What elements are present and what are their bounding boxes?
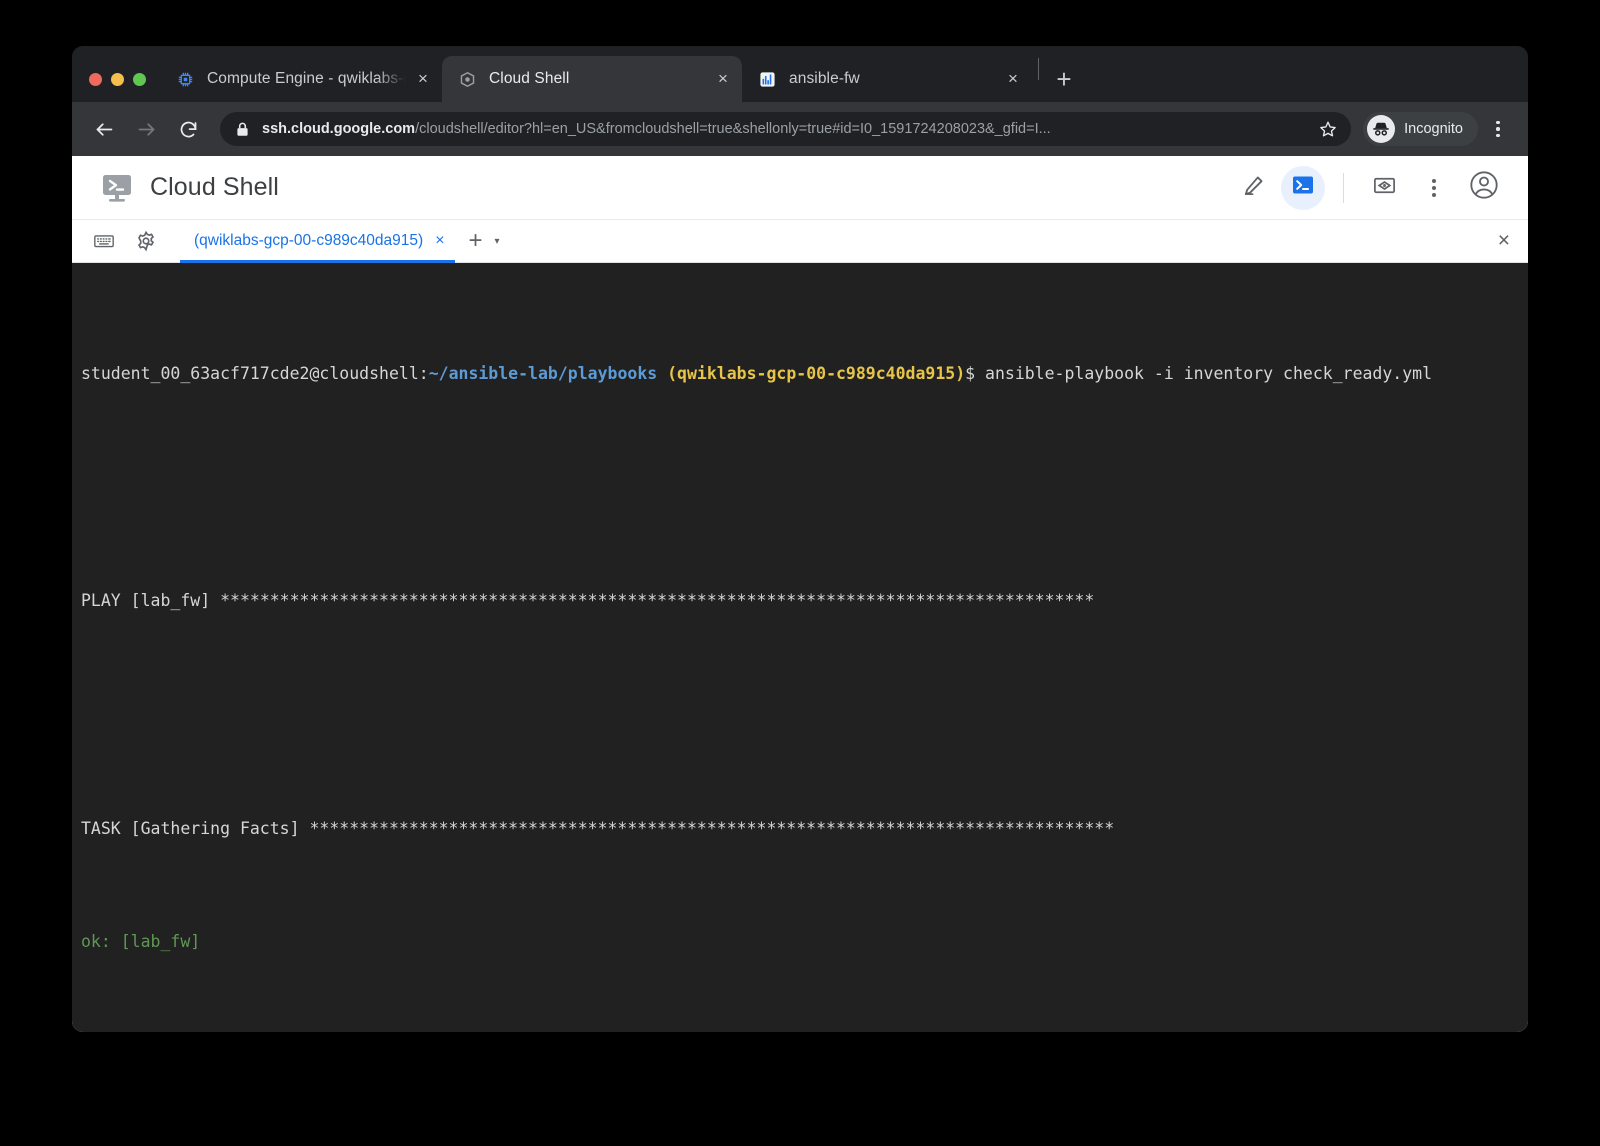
maximize-window-button[interactable] — [133, 72, 146, 86]
prompt-colon: : — [418, 364, 429, 384]
close-cloud-shell-icon[interactable]: × — [1498, 229, 1510, 253]
back-button[interactable] — [86, 111, 122, 147]
web-preview-button[interactable] — [1362, 166, 1406, 210]
cloud-shell-page: Cloud Shell (qwiklabs-gcp-00-c989c40da91… — [72, 156, 1528, 1032]
kebab-menu-icon — [1432, 178, 1436, 197]
terminal-line-task-gathering: TASK [Gathering Facts] *****************… — [81, 815, 1528, 843]
reload-button[interactable] — [170, 111, 206, 147]
chart-icon — [758, 70, 776, 88]
browser-tab-ansible-fw[interactable]: ansible-fw × — [742, 56, 1032, 102]
tab-list: Compute Engine - qwiklabs-gc × Cloud She… — [160, 46, 1081, 102]
url-text: ssh.cloud.google.com/cloudshell/editor?h… — [262, 121, 1313, 137]
prompt-path: ~/ansible-lab/playbooks — [428, 364, 658, 384]
window-controls — [72, 56, 160, 102]
open-editor-button[interactable] — [1231, 166, 1275, 210]
page-title: Cloud Shell — [150, 173, 279, 201]
browser-tab-cloud-shell[interactable]: Cloud Shell × — [442, 56, 742, 102]
browser-window: Compute Engine - qwiklabs-gc × Cloud She… — [72, 46, 1528, 1032]
incognito-icon — [1367, 115, 1396, 143]
close-tab-icon[interactable]: × — [1000, 66, 1026, 92]
browser-tab-label: Compute Engine - qwiklabs-gc — [207, 70, 406, 87]
keyboard-icon[interactable] — [86, 223, 122, 259]
forward-button[interactable] — [128, 111, 164, 147]
browser-toolbar: ssh.cloud.google.com/cloudshell/editor?h… — [72, 102, 1528, 156]
terminal-output: student_00_63acf717cde2@cloudshell:~/ans… — [72, 275, 1528, 1032]
browser-tab-label: ansible-fw — [789, 70, 860, 87]
lock-icon — [236, 122, 249, 137]
add-session-button[interactable]: + ▾ — [469, 229, 500, 253]
incognito-indicator[interactable]: Incognito — [1363, 112, 1478, 146]
chevron-down-icon[interactable]: ▾ — [495, 236, 500, 247]
prompt-project: (qwiklabs-gcp-00-c989c40da915) — [667, 364, 966, 384]
tab-separator — [1038, 57, 1039, 80]
cloud-shell-icon — [458, 70, 476, 88]
browser-tab-compute-engine[interactable]: Compute Engine - qwiklabs-gc × — [160, 56, 442, 102]
incognito-label: Incognito — [1404, 121, 1463, 137]
web-preview-icon — [1372, 173, 1397, 203]
account-button[interactable] — [1462, 166, 1506, 210]
terminal-line-play: PLAY [lab_fw] **************************… — [81, 587, 1528, 615]
session-tab[interactable]: (qwiklabs-gcp-00-c989c40da915) × — [180, 220, 455, 263]
header-divider — [1343, 172, 1344, 203]
screen: Compute Engine - qwiklabs-gc × Cloud She… — [0, 0, 1600, 1146]
play-label: PLAY [lab_fw] — [81, 591, 221, 611]
url-path: /cloudshell/editor?hl=en_US&fromcloudshe… — [415, 121, 1051, 137]
terminal-line-ok-gathering: ok: [lab_fw] — [81, 928, 1528, 956]
open-terminal-button[interactable] — [1281, 165, 1325, 210]
account-circle-icon — [1469, 170, 1499, 205]
close-tab-icon[interactable]: × — [710, 66, 736, 92]
cloud-shell-header: Cloud Shell — [72, 156, 1528, 220]
terminal-command: ansible-playbook -i inventory check_read… — [985, 364, 1433, 384]
ok-status: ok: [lab_fw] — [81, 932, 201, 952]
cloud-shell-logo-icon — [98, 169, 136, 207]
browser-tab-strip: Compute Engine - qwiklabs-gc × Cloud She… — [72, 46, 1528, 102]
prompt-sigil: $ — [965, 364, 986, 384]
close-tab-icon[interactable]: × — [410, 66, 436, 92]
close-session-icon[interactable]: × — [435, 232, 444, 250]
close-window-button[interactable] — [89, 72, 102, 86]
terminal-line-prompt-command: student_00_63acf717cde2@cloudshell:~/ans… — [81, 360, 1528, 388]
terminal-panel[interactable]: student_00_63acf717cde2@cloudshell:~/ans… — [72, 263, 1528, 1032]
new-tab-button[interactable]: + — [1047, 62, 1081, 96]
cpu-chip-icon — [176, 70, 194, 88]
task-gathering-label: TASK [Gathering Facts] — [81, 818, 310, 838]
terminal-icon — [1291, 173, 1315, 202]
plus-icon: + — [468, 227, 483, 254]
gear-icon[interactable] — [128, 223, 164, 259]
kebab-menu-icon — [1496, 120, 1500, 138]
prompt-user-host: student_00_63acf717cde2@cloudshell — [81, 364, 419, 384]
pencil-icon — [1242, 174, 1265, 202]
more-options-button[interactable] — [1412, 166, 1456, 210]
play-stars: ****************************************… — [220, 591, 1095, 611]
address-bar[interactable]: ssh.cloud.google.com/cloudshell/editor?h… — [220, 112, 1352, 146]
browser-tab-label: Cloud Shell — [489, 70, 570, 87]
minimize-window-button[interactable] — [111, 72, 124, 86]
cloud-shell-toolbar: (qwiklabs-gcp-00-c989c40da915) × + ▾ × — [72, 220, 1528, 263]
browser-menu-button[interactable] — [1482, 112, 1514, 146]
url-host: ssh.cloud.google.com — [262, 121, 416, 137]
task-gathering-stars: ****************************************… — [309, 818, 1115, 838]
star-icon[interactable] — [1313, 114, 1343, 144]
session-tab-label: (qwiklabs-gcp-00-c989c40da915) — [194, 232, 424, 249]
